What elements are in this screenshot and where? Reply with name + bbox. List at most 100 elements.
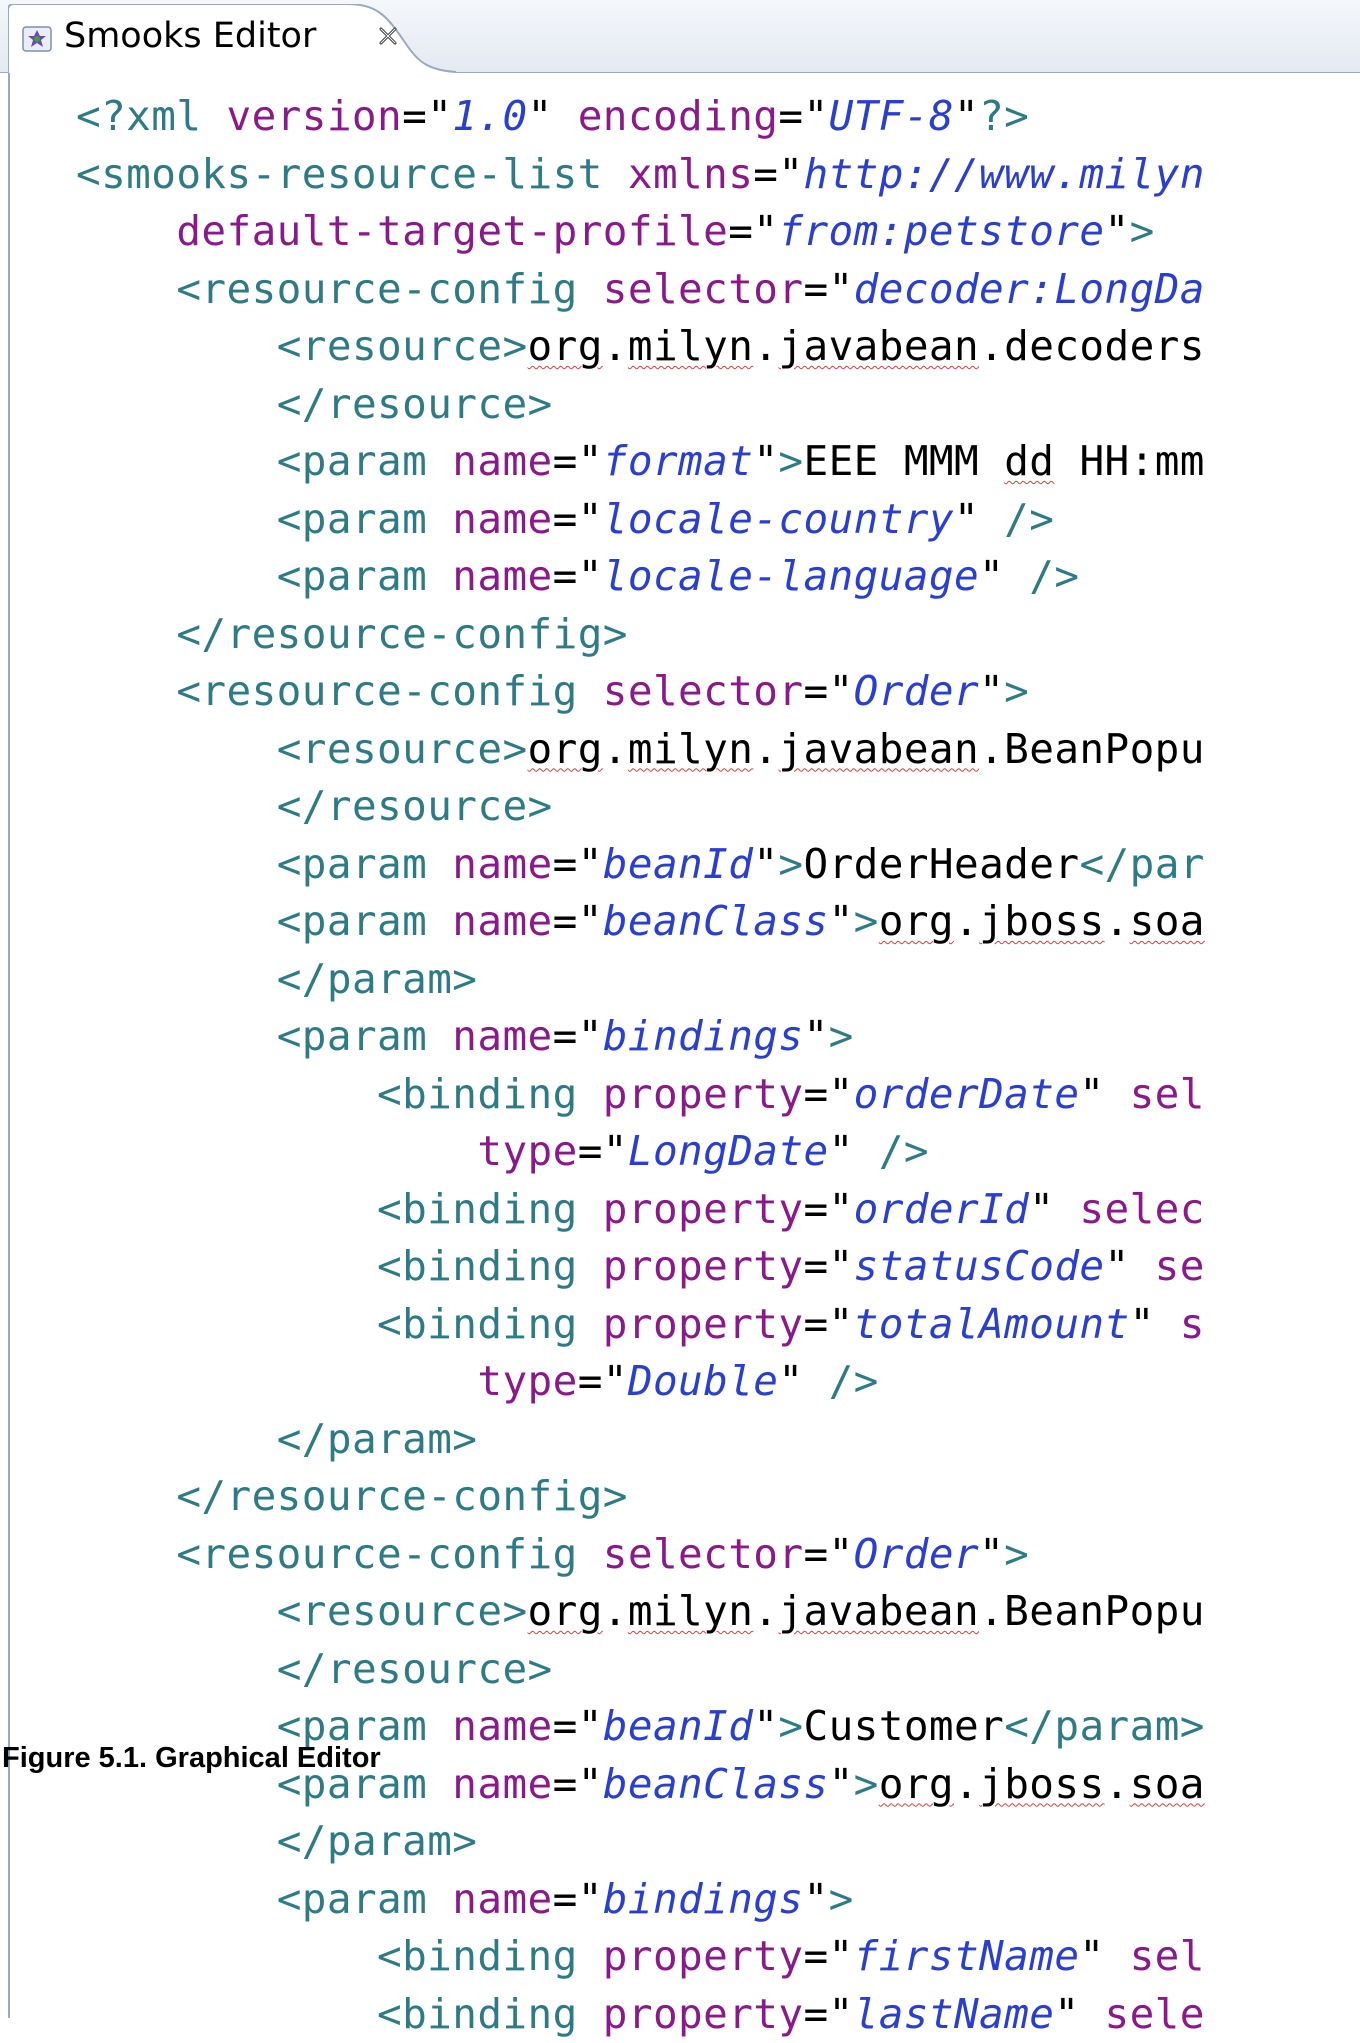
code-line[interactable]: </resource-config> [76,606,1356,664]
code-token: org [528,322,603,370]
code-line[interactable]: </param> [76,1813,1356,1871]
code-token: > [778,840,803,888]
code-token: <param [277,495,453,543]
code-token: . [603,322,628,370]
code-line[interactable]: <resource-config selector="Order"> [76,1526,1356,1584]
code-line[interactable]: <resource-config selector="Order"> [76,663,1356,721]
code-line[interactable]: <binding property="orderId" selec [76,1181,1356,1239]
code-token: </param> [277,955,478,1003]
code-line[interactable]: <resource>org.milyn.javabean.decoders [76,318,1356,376]
code-line[interactable]: <binding property="totalAmount" s [76,1296,1356,1354]
code-line[interactable]: <binding property="firstName" sel [76,1928,1356,1986]
code-token: format [603,437,754,485]
tab-smooks-editor[interactable]: Smooks Editor [8,4,456,72]
code-line[interactable]: type="LongDate" /> [76,1123,1356,1181]
code-line[interactable]: <binding property="statusCode" se [76,1238,1356,1296]
code-line[interactable]: <param name="bindings"> [76,1871,1356,1929]
code-token: =" [803,265,853,313]
code-line[interactable]: </resource> [76,376,1356,434]
code-token: </resource-config> [176,610,628,658]
code-token: property [603,1932,804,1980]
code-token: =" [803,1185,853,1233]
code-token: name [452,1702,552,1750]
close-icon[interactable] [376,24,400,48]
editor-ruler [10,74,52,2014]
code-token: /> [1004,495,1054,543]
code-token: " [1029,1185,1079,1233]
code-token: name [452,495,552,543]
code-line[interactable]: <smooks-resource-list xmlns="http://www.… [76,146,1356,204]
code-line[interactable]: </param> [76,1411,1356,1469]
code-line[interactable]: </resource> [76,778,1356,836]
code-token: =" [553,495,603,543]
code-token: name [452,437,552,485]
code-token: . [753,1587,778,1635]
code-token: statusCode [854,1242,1105,1290]
code-token: name [452,1875,552,1923]
code-token: . [954,1760,979,1808]
code-line[interactable]: type="Double" /> [76,1353,1356,1411]
code-token: </resource> [277,380,553,428]
code-token: orderDate [854,1070,1080,1118]
code-token: =" [578,1127,628,1175]
code-token: " [1130,1300,1180,1348]
code-token: javabean [778,322,979,370]
code-token: </par [1079,840,1204,888]
code-token: . [1105,897,1130,945]
code-token: =" [778,92,828,140]
code-line[interactable]: <param name="locale-language" /> [76,548,1356,606]
code-token: <resource-config [176,265,602,313]
code-token: .BeanPopu [979,725,1205,773]
code-token: . [1105,1760,1130,1808]
code-token: selec [1079,1185,1204,1233]
code-token: " [753,1702,778,1750]
code-token: =" [803,667,853,715]
code-token: soa [1130,897,1205,945]
code-line[interactable]: <param name="locale-country" /> [76,491,1356,549]
code-token: name [452,1012,552,1060]
code-token: org [879,897,954,945]
code-line[interactable]: <param name="beanId">OrderHeader</par [76,836,1356,894]
code-token: OrderHeader [804,840,1080,888]
code-line[interactable]: <binding property="orderDate" sel [76,1066,1356,1124]
code-token: soa [1130,1760,1205,1808]
code-token: " [979,552,1029,600]
code-token: milyn [628,322,753,370]
code-token: <binding [377,1185,603,1233]
code-token: property [603,1185,804,1233]
code-line[interactable]: </param> [76,951,1356,1009]
code-line[interactable]: <param name="beanClass">org.jboss.soa [76,893,1356,951]
code-line[interactable]: <?xml version="1.0" encoding="UTF-8"?> [76,88,1356,146]
code-line[interactable]: <resource>org.milyn.javabean.BeanPopu [76,1583,1356,1641]
code-line[interactable]: </resource-config> [76,1468,1356,1526]
code-token: beanClass [603,1760,829,1808]
code-token: </param> [277,1415,478,1463]
code-token: . [753,322,778,370]
code-token: milyn [628,725,753,773]
code-token: .BeanPopu [979,1587,1205,1635]
code-token: ?> [979,92,1029,140]
code-token: </resource-config> [176,1472,628,1520]
code-token: type [477,1357,577,1405]
code-token: " [753,437,778,485]
code-token: . [954,897,979,945]
code-token: . [603,1587,628,1635]
code-token: " [979,1530,1004,1578]
code-line[interactable]: <param name="bindings"> [76,1008,1356,1066]
code-token: > [1004,667,1029,715]
code-line[interactable]: <resource-config selector="decoder:LongD… [76,261,1356,319]
code-token: " [829,1127,879,1175]
code-token: </resource> [277,1645,553,1693]
code-line[interactable]: <param name="format">EEE MMM dd HH:mm [76,433,1356,491]
code-token: se [1155,1242,1205,1290]
code-token: . [753,725,778,773]
code-line[interactable]: </resource> [76,1641,1356,1699]
code-token: type [477,1127,577,1175]
code-token: =" [803,1242,853,1290]
code-line[interactable]: <binding property="lastName" sele [76,1986,1356,2043]
code-line[interactable]: <resource>org.milyn.javabean.BeanPopu [76,721,1356,779]
code-token: =" [553,840,603,888]
figure-caption: Figure 5.1. Graphical Editor [2,1742,381,1775]
code-token: version [227,92,403,140]
code-line[interactable]: default-target-profile="from:petstore"> [76,203,1356,261]
